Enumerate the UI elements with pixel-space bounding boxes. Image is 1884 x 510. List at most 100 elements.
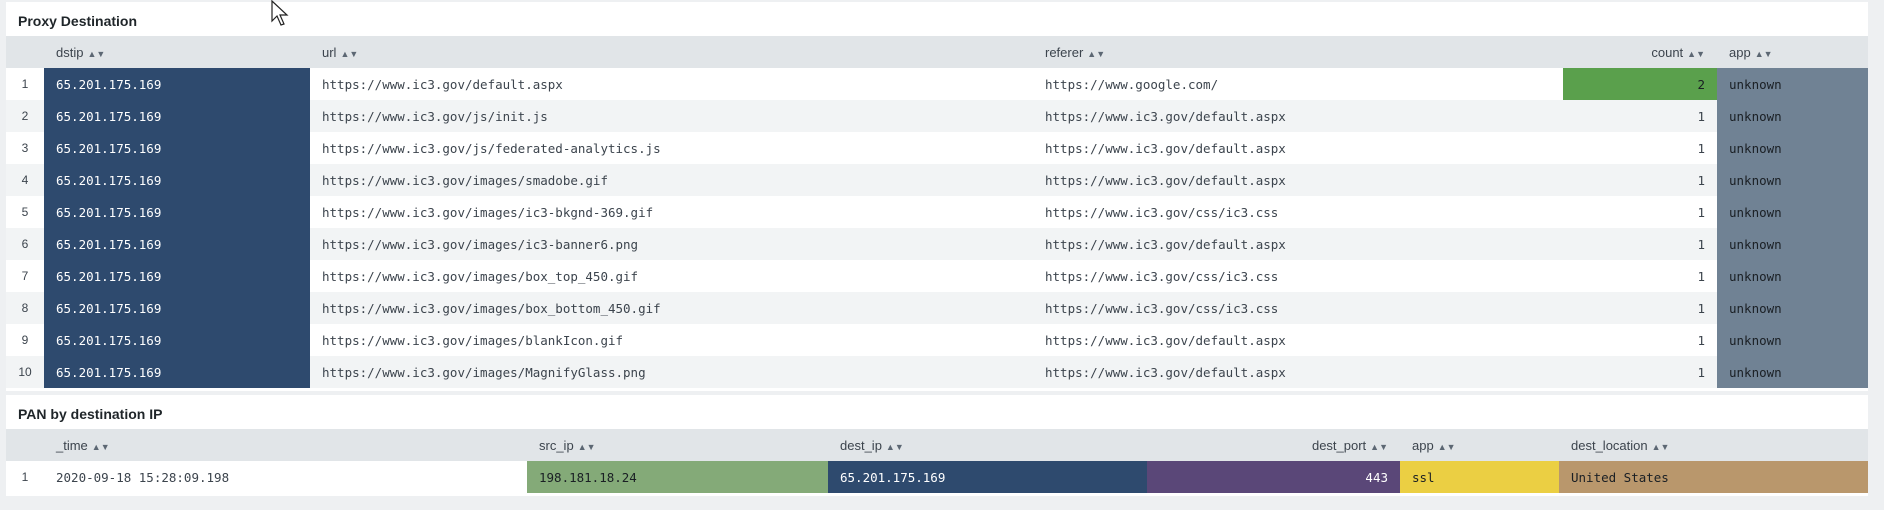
dstip-cell[interactable]: 65.201.175.169 [44, 164, 310, 196]
table-row[interactable]: 10 65.201.175.169 https://www.ic3.gov/imag… [6, 356, 1868, 388]
referer-cell[interactable]: https://www.ic3.gov/default.aspx [1033, 356, 1563, 388]
referer-cell[interactable]: https://www.google.com/ [1033, 68, 1563, 100]
sort-icon[interactable]: ▲▼ [340, 49, 358, 59]
table-row[interactable]: 8 65.201.175.169 https://www.ic3.gov/image… [6, 292, 1868, 324]
time-cell[interactable]: 2020-09-18 15:28:09.198 [44, 461, 527, 493]
count-cell[interactable]: 1 [1563, 356, 1717, 388]
url-cell[interactable]: https://www.ic3.gov/images/ic3-banner6.p… [310, 228, 1033, 260]
rownum-header [6, 36, 44, 68]
count-cell[interactable]: 1 [1563, 324, 1717, 356]
sort-icon[interactable]: ▲▼ [92, 442, 110, 452]
dstip-cell[interactable]: 65.201.175.169 [44, 324, 310, 356]
sort-icon[interactable]: ▲▼ [886, 442, 904, 452]
dest-ip-cell[interactable]: 65.201.175.169 [828, 461, 1147, 493]
table-row[interactable]: 1 65.201.175.169 https://www.ic3.gov/defau… [6, 68, 1868, 100]
dstip-cell[interactable]: 65.201.175.169 [44, 228, 310, 260]
url-cell[interactable]: https://www.ic3.gov/images/box_bottom_45… [310, 292, 1033, 324]
referer-cell[interactable]: https://www.ic3.gov/css/ic3.css [1033, 196, 1563, 228]
dstip-cell[interactable]: 65.201.175.169 [44, 260, 310, 292]
column-header-app[interactable]: app ▲▼ [1400, 429, 1559, 461]
sort-icon[interactable]: ▲▼ [1652, 442, 1670, 452]
referer-cell[interactable]: https://www.ic3.gov/default.aspx [1033, 324, 1563, 356]
row-number: 4 [6, 164, 44, 196]
count-cell[interactable]: 1 [1563, 292, 1717, 324]
url-cell[interactable]: https://www.ic3.gov/images/ic3-bkgnd-369… [310, 196, 1033, 228]
referer-cell[interactable]: https://www.ic3.gov/css/ic3.css [1033, 292, 1563, 324]
row-number: 2 [6, 100, 44, 132]
app-cell[interactable]: unknown [1717, 196, 1868, 228]
column-header-dest-location[interactable]: dest_location ▲▼ [1559, 429, 1868, 461]
url-cell[interactable]: https://www.ic3.gov/js/init.js [310, 100, 1033, 132]
referer-cell[interactable]: https://www.ic3.gov/default.aspx [1033, 228, 1563, 260]
table-row[interactable]: 5 65.201.175.169 https://www.ic3.gov/image… [6, 196, 1868, 228]
app-cell[interactable]: unknown [1717, 324, 1868, 356]
dstip-cell[interactable]: 65.201.175.169 [44, 100, 310, 132]
row-number: 1 [6, 461, 44, 493]
dstip-cell[interactable]: 65.201.175.169 [44, 132, 310, 164]
count-cell[interactable]: 1 [1563, 100, 1717, 132]
dstip-cell[interactable]: 65.201.175.169 [44, 292, 310, 324]
column-label: dest_ip [840, 437, 882, 453]
url-cell[interactable]: https://www.ic3.gov/images/box_top_450.g… [310, 260, 1033, 292]
dstip-cell[interactable]: 65.201.175.169 [44, 356, 310, 388]
column-header-dest-ip[interactable]: dest_ip ▲▼ [828, 429, 1147, 461]
sort-icon[interactable]: ▲▼ [87, 49, 105, 59]
column-header-dstip[interactable]: dstip ▲▼ [44, 36, 310, 68]
src-ip-cell[interactable]: 198.181.18.24 [527, 461, 828, 493]
dstip-cell[interactable]: 65.201.175.169 [44, 196, 310, 228]
table-row[interactable]: 1 2020-09-18 15:28:09.198 198.181.18.24 65.… [6, 461, 1868, 493]
app-cell[interactable]: unknown [1717, 228, 1868, 260]
dstip-cell[interactable]: 65.201.175.169 [44, 68, 310, 100]
dest-location-cell[interactable]: United States [1559, 461, 1868, 493]
dest-port-cell[interactable]: 443 [1147, 461, 1400, 493]
column-header-referer[interactable]: referer ▲▼ [1033, 36, 1563, 68]
column-header-src-ip[interactable]: src_ip ▲▼ [527, 429, 828, 461]
url-cell[interactable]: https://www.ic3.gov/default.aspx [310, 68, 1033, 100]
column-header-time[interactable]: _time ▲▼ [44, 429, 527, 461]
app-cell[interactable]: unknown [1717, 292, 1868, 324]
sort-icon[interactable]: ▲▼ [1755, 49, 1773, 59]
column-header-count[interactable]: count ▲▼ [1563, 36, 1717, 68]
pan-destination-panel: PAN by destination IP _time ▲▼ src_ip ▲▼ d… [6, 395, 1868, 496]
referer-cell[interactable]: https://www.ic3.gov/css/ic3.css [1033, 260, 1563, 292]
count-cell[interactable]: 2 [1563, 68, 1717, 100]
sort-icon[interactable]: ▲▼ [1370, 442, 1388, 452]
column-header-dest-port[interactable]: dest_port ▲▼ [1147, 429, 1400, 461]
app-cell[interactable]: unknown [1717, 356, 1868, 388]
app-cell[interactable]: unknown [1717, 68, 1868, 100]
row-number: 9 [6, 324, 44, 356]
app-cell[interactable]: unknown [1717, 132, 1868, 164]
url-cell[interactable]: https://www.ic3.gov/images/smadobe.gif [310, 164, 1033, 196]
app-cell[interactable]: ssl [1400, 461, 1559, 493]
referer-cell[interactable]: https://www.ic3.gov/default.aspx [1033, 132, 1563, 164]
app-cell[interactable]: unknown [1717, 100, 1868, 132]
url-cell[interactable]: https://www.ic3.gov/images/blankIcon.gif [310, 324, 1033, 356]
sort-icon[interactable]: ▲▼ [1087, 49, 1105, 59]
table-row[interactable]: 7 65.201.175.169 https://www.ic3.gov/image… [6, 260, 1868, 292]
sort-icon[interactable]: ▲▼ [578, 442, 596, 452]
count-cell[interactable]: 1 [1563, 260, 1717, 292]
table-header-row: _time ▲▼ src_ip ▲▼ dest_ip ▲▼ dest_port ▲▼ a… [6, 429, 1868, 461]
column-header-app[interactable]: app ▲▼ [1717, 36, 1868, 68]
column-header-url[interactable]: url ▲▼ [310, 36, 1033, 68]
count-cell[interactable]: 1 [1563, 132, 1717, 164]
app-cell[interactable]: unknown [1717, 164, 1868, 196]
mouse-pointer-icon [271, 0, 289, 26]
column-label: app [1729, 44, 1751, 60]
table-row[interactable]: 2 65.201.175.169 https://www.ic3.gov/js/in… [6, 100, 1868, 132]
app-cell[interactable]: unknown [1717, 260, 1868, 292]
sort-icon[interactable]: ▲▼ [1438, 442, 1456, 452]
count-cell[interactable]: 1 [1563, 196, 1717, 228]
table-row[interactable]: 6 65.201.175.169 https://www.ic3.gov/image… [6, 228, 1868, 260]
referer-cell[interactable]: https://www.ic3.gov/default.aspx [1033, 164, 1563, 196]
panel-title: PAN by destination IP [18, 406, 163, 422]
count-cell[interactable]: 1 [1563, 228, 1717, 260]
sort-icon[interactable]: ▲▼ [1687, 49, 1705, 59]
referer-cell[interactable]: https://www.ic3.gov/default.aspx [1033, 100, 1563, 132]
table-row[interactable]: 9 65.201.175.169 https://www.ic3.gov/image… [6, 324, 1868, 356]
url-cell[interactable]: https://www.ic3.gov/js/federated-analyti… [310, 132, 1033, 164]
count-cell[interactable]: 1 [1563, 164, 1717, 196]
table-row[interactable]: 4 65.201.175.169 https://www.ic3.gov/image… [6, 164, 1868, 196]
url-cell[interactable]: https://www.ic3.gov/images/MagnifyGlass.… [310, 356, 1033, 388]
table-row[interactable]: 3 65.201.175.169 https://www.ic3.gov/js/fe… [6, 132, 1868, 164]
